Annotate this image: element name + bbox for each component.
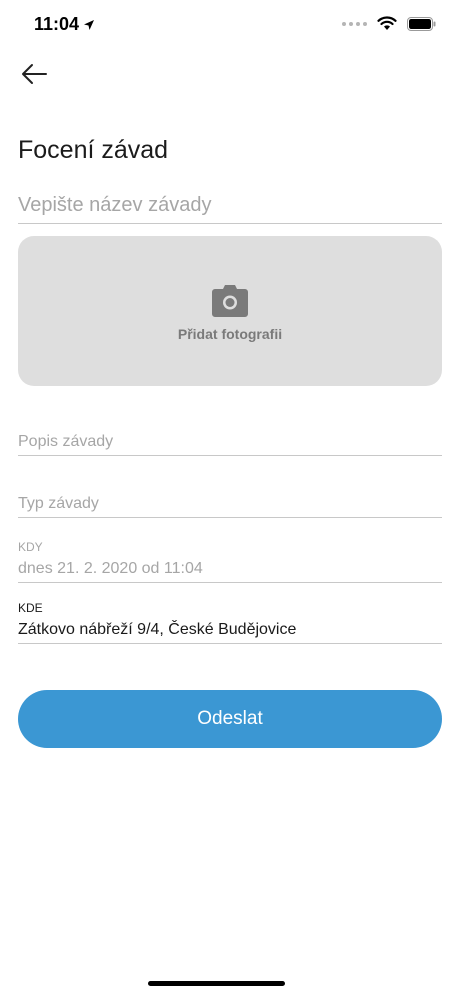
where-field[interactable]: KDE Zátkovo nábřeží 9/4, České Budějovic… (18, 601, 442, 644)
time-text: 11:04 (34, 14, 80, 34)
status-bar: 11:04 (0, 0, 460, 50)
status-time: 11:04 (34, 14, 95, 35)
home-indicator[interactable] (148, 981, 285, 986)
when-value: dnes 21. 2. 2020 od 11:04 (18, 560, 203, 577)
page-title: Focení závad (18, 136, 169, 164)
description-placeholder: Popis závady (18, 433, 114, 450)
where-value: Zátkovo nábřeží 9/4, České Budějovice (18, 621, 297, 638)
wifi-icon (377, 16, 397, 30)
when-label: KDY (18, 540, 43, 554)
status-icons (342, 16, 436, 31)
description-field[interactable]: Popis závady (18, 433, 442, 456)
submit-button[interactable]: Odeslat (18, 690, 442, 748)
where-label: KDE (18, 601, 43, 615)
defect-name-input[interactable] (18, 192, 442, 224)
camera-icon (212, 285, 248, 317)
signal-dots-icon (342, 21, 367, 26)
defect-type-field[interactable]: Typ závady (18, 495, 442, 518)
type-placeholder: Typ závady (18, 495, 99, 512)
add-photo-label: Přidat fotografii (177, 326, 283, 342)
when-field[interactable]: KDY dnes 21. 2. 2020 od 11:04 (18, 540, 442, 583)
add-photo-button[interactable]: Přidat fotografii (18, 236, 442, 386)
location-arrow-icon (84, 19, 95, 30)
arrow-left-icon[interactable] (18, 60, 50, 88)
battery-icon (407, 16, 436, 31)
